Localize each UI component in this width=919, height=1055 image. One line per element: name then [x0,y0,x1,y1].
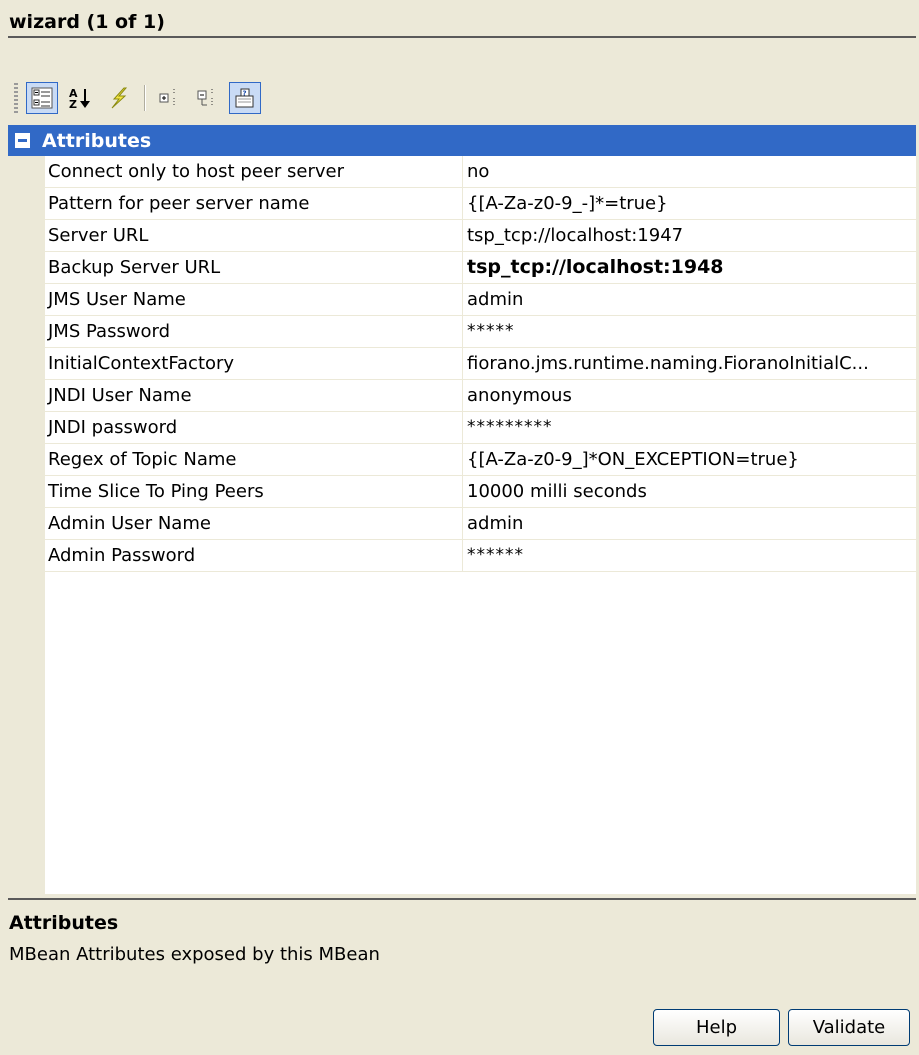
expand-all-button[interactable] [153,82,185,114]
property-name: Server URL [45,220,463,251]
events-button[interactable] [102,82,134,114]
property-name: Backup Server URL [45,252,463,283]
property-value[interactable]: {[A-Za-z0-9_]*ON_EXCEPTION=true} [463,444,916,475]
categorized-view-button[interactable] [26,82,58,114]
panel-title: wizard (1 of 1) [8,6,916,38]
property-value[interactable]: admin [463,508,916,539]
property-name: Pattern for peer server name [45,188,463,219]
property-value[interactable]: 10000 milli seconds [463,476,916,507]
property-value[interactable]: tsp_tcp://localhost:1948 [463,252,916,283]
property-row[interactable]: JNDI password ********* [45,412,916,444]
property-row[interactable]: Time Slice To Ping Peers 10000 milli seco… [45,476,916,508]
property-rows: Connect only to host peer server no Patter… [45,156,916,572]
svg-text:?: ? [243,90,247,98]
category-label: Attributes [42,129,152,152]
category-row-attributes[interactable]: Attributes [8,125,916,156]
property-name: Regex of Topic Name [45,444,463,475]
property-row[interactable]: JNDI User Name anonymous [45,380,916,412]
property-value[interactable]: ****** [463,540,916,571]
toolbar-separator [144,85,145,111]
property-value[interactable]: tsp_tcp://localhost:1947 [463,220,916,251]
collapse-icon[interactable] [15,133,30,148]
property-name: JMS Password [45,316,463,347]
property-value[interactable]: no [463,156,916,187]
property-value[interactable]: ********* [463,412,916,443]
property-name: JNDI password [45,412,463,443]
help-button[interactable]: Help [653,1009,780,1046]
collapse-all-button[interactable] [191,82,223,114]
description-text: MBean Attributes exposed by this MBean [9,944,380,965]
property-row[interactable]: Regex of Topic Name {[A-Za-z0-9_]*ON_EXCE… [45,444,916,476]
sort-alphabetical-button[interactable]: A Z [64,82,96,114]
property-name: Connect only to host peer server [45,156,463,187]
property-name: JMS User Name [45,284,463,315]
property-row[interactable]: Server URL tsp_tcp://localhost:1947 [45,220,916,252]
property-grid[interactable]: Attributes Connect only to host peer ser… [8,125,917,894]
property-row[interactable]: JMS Password ***** [45,316,916,348]
property-row[interactable]: Admin Password ****** [45,540,916,572]
property-value[interactable]: fiorano.jms.runtime.naming.FioranoInitia… [463,348,916,379]
property-row[interactable]: Backup Server URL tsp_tcp://localhost:194… [45,252,916,284]
property-name: Time Slice To Ping Peers [45,476,463,507]
property-name: Admin User Name [45,508,463,539]
property-row[interactable]: Pattern for peer server name {[A-Za-z0-9_… [45,188,916,220]
property-name: InitialContextFactory [45,348,463,379]
description-title: Attributes [9,912,119,934]
property-row[interactable]: Admin User Name admin [45,508,916,540]
sort-alphabetical-icon: A Z [69,87,90,110]
validate-button[interactable]: Validate [788,1009,910,1046]
description-toggle-icon: ? [235,88,254,108]
description-toggle-button[interactable]: ? [229,82,261,114]
expand-all-icon [159,89,175,107]
grid-margin [8,156,45,894]
property-row[interactable]: Connect only to host peer server no [45,156,916,188]
property-name: Admin Password [45,540,463,571]
property-name: JNDI User Name [45,380,463,411]
toolbar-grip[interactable] [14,83,18,113]
svg-text:Z: Z [69,98,77,110]
collapse-all-icon [197,89,213,107]
property-value[interactable]: {[A-Za-z0-9_-]*=true} [463,188,916,219]
description-pane: Attributes MBean Attributes exposed by t… [8,898,916,965]
property-row[interactable]: InitialContextFactory fiorano.jms.runtime… [45,348,916,380]
property-value[interactable]: anonymous [463,380,916,411]
property-value[interactable]: ***** [463,316,916,347]
property-value[interactable]: admin [463,284,916,315]
property-row[interactable]: JMS User Name admin [45,284,916,316]
lightning-icon [111,87,128,109]
categorized-view-icon [31,87,53,109]
toolbar: A Z ? [14,78,414,118]
